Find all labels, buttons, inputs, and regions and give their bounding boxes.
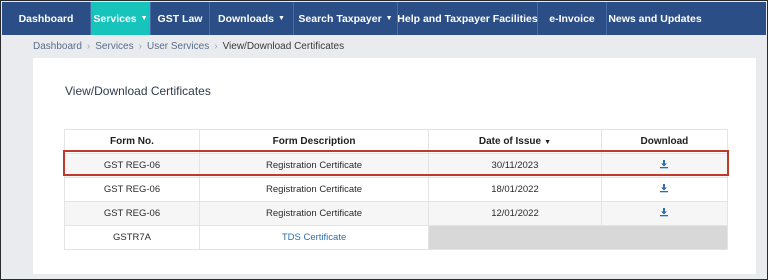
nav-help-facilities-label: Help and Taxpayer Facilities	[397, 12, 538, 25]
nav-dashboard-label: Dashboard	[18, 12, 74, 25]
nav-gst-law-label: GST Law	[157, 12, 203, 25]
breadcrumb-dashboard[interactable]: Dashboard	[33, 41, 82, 52]
sort-desc-caret-icon: ▼	[544, 139, 552, 146]
nav-downloads-label: Downloads	[218, 12, 275, 25]
cell-date-of-issue: 12/01/2022	[428, 201, 602, 226]
breadcrumb: Dashboard › Services › User Services › V…	[33, 37, 344, 55]
cell-form-no: GST REG-06	[64, 201, 200, 226]
cell-form-no: GST REG-06	[64, 177, 200, 202]
download-icon[interactable]	[659, 183, 669, 193]
caret-down-icon: ▼	[385, 15, 393, 22]
nav-services[interactable]: Services ▼	[91, 2, 151, 35]
cell-form-description: Registration Certificate	[198, 153, 430, 178]
cell-date-of-issue: 18/01/2022	[428, 177, 602, 202]
nav-search-taxpayer[interactable]: Search Taxpayer ▼	[294, 2, 398, 35]
table-row: GST REG-06 Registration Certificate 18/0…	[64, 177, 729, 202]
breadcrumb-services[interactable]: Services	[95, 41, 133, 52]
nav-e-invoice[interactable]: e-Invoice	[538, 2, 607, 35]
cell-form-no: GSTR7A	[64, 225, 200, 250]
table-row: GSTR7A TDS Certificate	[64, 225, 728, 250]
page-title: View/Download Certificates	[65, 84, 211, 98]
cell-form-description: Registration Certificate	[198, 201, 430, 226]
table-header-row: Form No. Form Description Date of Issue ▼…	[64, 129, 729, 154]
cell-download	[600, 201, 729, 226]
breadcrumb-current: View/Download Certificates	[222, 40, 345, 52]
cell-form-no: GST REG-06	[64, 153, 200, 178]
caret-down-icon: ▼	[140, 15, 148, 22]
nav-news-updates[interactable]: News and Updates	[607, 2, 703, 35]
certificates-table: Form No. Form Description Date of Issue ▼…	[64, 129, 729, 250]
header-form-description: Form Description	[198, 129, 430, 154]
header-download: Download	[600, 129, 729, 154]
screenshot-frame: Dashboard Services ▼ GST Law Downloads ▼ S…	[0, 0, 768, 280]
download-icon[interactable]	[659, 159, 669, 169]
table-row: GST REG-06 Registration Certificate 12/0…	[64, 201, 729, 226]
nav-help-facilities[interactable]: Help and Taxpayer Facilities	[397, 2, 538, 35]
header-form-no: Form No.	[64, 129, 200, 154]
nav-e-invoice-label: e-Invoice	[549, 12, 595, 25]
cell-form-description: TDS Certificate	[198, 225, 430, 250]
nav-search-taxpayer-label: Search Taxpayer	[298, 12, 382, 25]
cell-download	[600, 177, 729, 202]
cell-date-of-issue: 30/11/2023	[428, 153, 602, 178]
cell-download	[600, 153, 729, 178]
table-row: GST REG-06 Registration Certificate 30/1…	[64, 153, 729, 178]
cell-form-description: Registration Certificate	[198, 177, 430, 202]
tds-certificate-link[interactable]: TDS Certificate	[282, 232, 346, 243]
header-date-of-issue[interactable]: Date of Issue ▼	[428, 129, 602, 154]
nav-dashboard[interactable]: Dashboard	[2, 2, 91, 35]
content-panel: View/Download Certificates Form No. Form…	[33, 58, 756, 274]
cell-empty	[428, 225, 728, 250]
header-date-of-issue-label: Date of Issue	[478, 136, 542, 147]
nav-news-updates-label: News and Updates	[608, 12, 702, 25]
nav-downloads[interactable]: Downloads ▼	[210, 2, 294, 35]
breadcrumb-separator: ›	[138, 40, 142, 52]
breadcrumb-separator: ›	[214, 40, 218, 52]
nav-gst-law[interactable]: GST Law	[151, 2, 210, 35]
nav-services-label: Services	[93, 12, 137, 25]
top-navbar: Dashboard Services ▼ GST Law Downloads ▼ S…	[2, 2, 766, 35]
breadcrumb-separator: ›	[86, 40, 91, 52]
breadcrumb-user-services[interactable]: User Services	[147, 41, 209, 52]
caret-down-icon: ▼	[278, 15, 285, 22]
download-icon[interactable]	[659, 207, 669, 217]
